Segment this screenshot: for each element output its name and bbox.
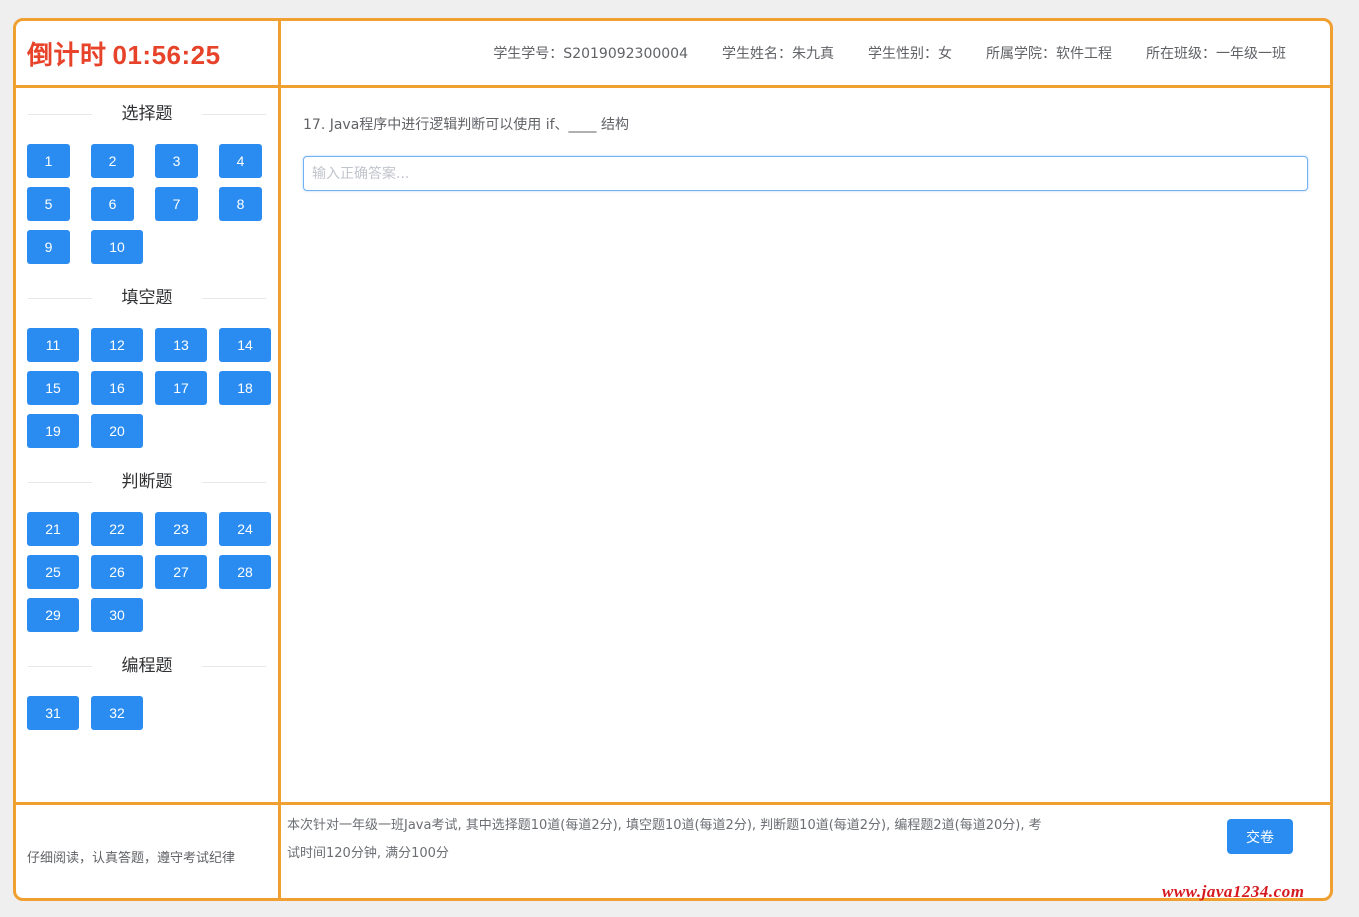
section-title-fill: 填空题 — [28, 286, 266, 310]
countdown-timer: 倒计时 01:56:25 — [27, 35, 221, 72]
student-info-bar: 学生学号：S2019092300004 学生姓名：朱九真 学生性别：女 所属学院… — [281, 21, 1330, 85]
question-button[interactable]: 31 — [27, 696, 79, 730]
question-button[interactable]: 11 — [27, 328, 79, 362]
question-button[interactable]: 25 — [27, 555, 79, 589]
question-grid-judge: 21 22 23 24 25 26 27 28 29 30 — [27, 512, 278, 632]
site-watermark: www.java1234.com — [1162, 882, 1305, 901]
countdown-label: 倒计时 — [27, 40, 107, 70]
question-button[interactable]: 3 — [155, 144, 198, 178]
student-id: 学生学号：S2019092300004 — [493, 46, 688, 62]
student-college: 所属学院：软件工程 — [986, 46, 1112, 62]
answer-input[interactable] — [303, 156, 1308, 191]
question-button[interactable]: 18 — [219, 371, 271, 405]
question-button[interactable]: 21 — [27, 512, 79, 546]
section-title-programming: 编程题 — [28, 654, 266, 678]
question-button[interactable]: 29 — [27, 598, 79, 632]
question-button[interactable]: 28 — [219, 555, 271, 589]
question-button[interactable]: 5 — [27, 187, 70, 221]
question-button[interactable]: 8 — [219, 187, 262, 221]
question-grid-fill: 11 12 13 14 15 16 17 18 19 20 — [27, 328, 278, 448]
exam-notice: 仔细阅读，认真答题，遵守考试纪律 — [27, 851, 236, 866]
question-button[interactable]: 6 — [91, 187, 134, 221]
question-button[interactable]: 23 — [155, 512, 207, 546]
question-button[interactable]: 17 — [155, 371, 207, 405]
question-button[interactable]: 22 — [91, 512, 143, 546]
exam-frame: 倒计时 01:56:25 学生学号：S2019092300004 学生姓名：朱九真… — [13, 18, 1333, 901]
section-title-choice: 选择题 — [28, 102, 266, 126]
question-button[interactable]: 19 — [27, 414, 79, 448]
question-grid-programming: 31 32 — [27, 696, 278, 730]
submit-button[interactable]: 交卷 — [1227, 819, 1293, 854]
student-gender: 学生性别：女 — [868, 46, 952, 62]
countdown-value: 01:56:25 — [112, 40, 221, 70]
question-button[interactable]: 20 — [91, 414, 143, 448]
divider-footer — [16, 802, 1330, 805]
question-button[interactable]: 26 — [91, 555, 143, 589]
question-button[interactable]: 2 — [91, 144, 134, 178]
question-button[interactable]: 12 — [91, 328, 143, 362]
question-button[interactable]: 14 — [219, 328, 271, 362]
student-name: 学生姓名：朱九真 — [722, 46, 834, 62]
student-class: 所在班级：一年级一班 — [1146, 46, 1286, 62]
question-button[interactable]: 15 — [27, 371, 79, 405]
question-button[interactable]: 32 — [91, 696, 143, 730]
question-button[interactable]: 4 — [219, 144, 262, 178]
question-panel: 17. Java程序中进行逻辑判断可以使用 if、____ 结构 — [281, 88, 1330, 802]
section-title-judge: 判断题 — [28, 470, 266, 494]
question-button[interactable]: 9 — [27, 230, 70, 264]
exam-description: 本次针对一年级一班Java考试, 其中选择题10道(每道2分), 填空题10道(… — [287, 818, 1042, 861]
question-button[interactable]: 27 — [155, 555, 207, 589]
question-button[interactable]: 30 — [91, 598, 143, 632]
question-button[interactable]: 13 — [155, 328, 207, 362]
question-text: 17. Java程序中进行逻辑判断可以使用 if、____ 结构 — [303, 117, 630, 133]
question-button[interactable]: 24 — [219, 512, 271, 546]
question-navigator: 选择题 1 2 3 4 5 6 7 8 9 10 填空题 11 12 13 14… — [16, 88, 278, 802]
question-grid-choice: 1 2 3 4 5 6 7 8 9 10 — [27, 144, 278, 264]
question-button[interactable]: 10 — [91, 230, 143, 264]
question-button[interactable]: 16 — [91, 371, 143, 405]
question-button[interactable]: 7 — [155, 187, 198, 221]
question-button[interactable]: 1 — [27, 144, 70, 178]
